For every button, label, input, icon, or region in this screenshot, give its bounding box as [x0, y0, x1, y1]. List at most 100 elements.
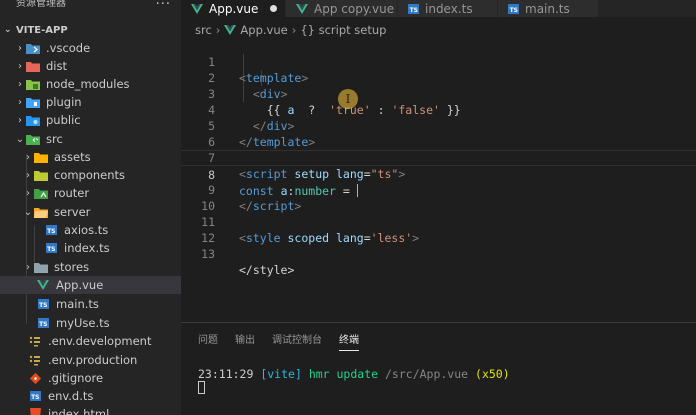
html-file-icon	[28, 408, 42, 415]
code-line: 6	[181, 118, 696, 149]
stores-folder-icon	[34, 261, 48, 273]
tree-item-server[interactable]: ⌄ server	[0, 203, 181, 221]
tree-item-env-production[interactable]: .env.production	[0, 351, 181, 369]
chevron-down-icon[interactable]: ⌄	[22, 207, 34, 218]
tree-item-node-modules[interactable]: › node_modules	[0, 75, 181, 93]
chevron-right-icon[interactable]: ›	[14, 97, 26, 108]
code-text: </style>	[239, 263, 295, 277]
line-number: 13	[201, 247, 215, 261]
tree-item-label: .env.development	[48, 334, 152, 348]
editor-tabbar: App.vue App copy.vue TS index.ts TS main…	[181, 0, 696, 17]
panel-tabs: 问题 输出 调试控制台 终端	[181, 331, 359, 351]
tab-label: App copy.vue	[314, 1, 395, 16]
mouse-pointer-highlight: I	[338, 89, 358, 109]
tree-item-label: axios.ts	[64, 223, 109, 237]
typescript-file-icon: TS	[36, 298, 50, 310]
chevron-right-icon[interactable]: ›	[14, 43, 26, 54]
tree-item-axios-ts[interactable]: TS axios.ts	[0, 221, 181, 239]
tree-item-app-vue[interactable]: App.vue	[0, 276, 181, 294]
tree-item-label: plugin	[46, 95, 82, 109]
tree-item-env-d-ts[interactable]: TS env.d.ts	[0, 387, 181, 405]
tree-item-stores[interactable]: › stores	[0, 258, 181, 276]
terminal-output[interactable]: 23:11:29 [vite] hmr update /src/App.vue …	[198, 367, 510, 382]
ts-badge: TS	[508, 3, 519, 14]
tree-item-plugin[interactable]: › plugin	[0, 93, 181, 111]
server-folder-icon	[34, 206, 48, 218]
tree-item-gitignore[interactable]: .gitignore	[0, 369, 181, 387]
chevron-down-icon[interactable]: ⌄	[4, 25, 16, 35]
tab-output[interactable]: 输出	[235, 331, 255, 351]
tree-item-label: stores	[54, 260, 90, 274]
tree-item-label: index.ts	[64, 241, 110, 255]
tab-label: App.vue	[209, 1, 259, 16]
tree-item-myuse-ts[interactable]: TS myUse.ts	[0, 314, 181, 332]
tree-item-index-ts[interactable]: TS index.ts	[0, 239, 181, 257]
chevron-right-icon[interactable]: ›	[22, 188, 34, 199]
tab-main-ts[interactable]: TS main.ts	[498, 0, 598, 17]
tab-app-vue[interactable]: App.vue	[181, 0, 285, 17]
tree-item-label: components	[54, 168, 126, 182]
chevron-right-icon: ›	[215, 23, 221, 37]
tree-item-vscode[interactable]: › .vscode	[0, 39, 181, 57]
code-line: 13 </style>	[181, 230, 696, 277]
chevron-down-icon[interactable]: ⌄	[14, 134, 26, 145]
breadcrumb-file[interactable]: App.vue	[240, 23, 287, 37]
chevron-right-icon[interactable]: ›	[14, 115, 26, 126]
tab-label: main.ts	[525, 1, 570, 16]
breadcrumb-folder[interactable]: src	[195, 23, 212, 37]
tree-item-label: router	[54, 186, 90, 200]
tab-terminal[interactable]: 终端	[339, 331, 359, 351]
project-root[interactable]: ⌄ VITE-APP	[0, 22, 181, 38]
ts-badge: TS	[408, 3, 419, 14]
chevron-right-icon[interactable]: ›	[22, 152, 34, 163]
tree-item-label: .env.production	[48, 353, 138, 367]
typescript-file-icon: TS	[36, 317, 50, 329]
typescript-file-icon: TS	[44, 224, 58, 236]
tree-item-index-html[interactable]: index.html	[0, 405, 181, 415]
code-line: 12	[181, 214, 696, 245]
vue-file-icon	[191, 3, 203, 14]
tab-debug-console[interactable]: 调试控制台	[272, 331, 322, 351]
tree-item-public[interactable]: › public	[0, 111, 181, 129]
chevron-right-icon[interactable]: ›	[22, 170, 34, 181]
plugin-folder-icon	[26, 96, 40, 108]
tree-item-router[interactable]: › router	[0, 184, 181, 202]
terminal-message: hmr update	[308, 367, 379, 381]
tab-app-copy-vue[interactable]: App copy.vue	[286, 0, 397, 17]
env-file-icon	[28, 354, 42, 366]
tree-item-label: App.vue	[56, 278, 104, 292]
tab-index-ts[interactable]: TS index.ts	[398, 0, 497, 17]
terminal-cursor	[198, 381, 205, 394]
more-actions-icon[interactable]: ···	[156, 0, 171, 12]
ts-badge: TS	[45, 243, 57, 253]
explorer-sidebar: 资源管理器 ··· ⌄ VITE-APP › .vscode › dist ›	[0, 0, 181, 415]
src-folder-icon	[26, 133, 40, 145]
vue-file-icon	[296, 3, 308, 14]
code-editor[interactable]: 1 <template> 2 <div> 3 {{ a ? 'true' : '…	[181, 38, 696, 322]
terminal-tag: [vite]	[260, 367, 302, 381]
public-folder-icon	[26, 114, 40, 126]
code-line: 9 </script>	[181, 166, 696, 213]
typescript-file-icon: TS	[408, 3, 419, 14]
chevron-right-icon[interactable]: ›	[14, 79, 26, 90]
tree-item-dist[interactable]: › dist	[0, 57, 181, 75]
tree-item-label: server	[54, 205, 91, 219]
tree-item-assets[interactable]: › assets	[0, 148, 181, 166]
breadcrumb-symbol[interactable]: {} script setup	[300, 23, 386, 37]
tree-item-label: index.html	[48, 407, 110, 415]
explorer-header: 资源管理器 ···	[0, 0, 181, 14]
typescript-file-icon: TS	[508, 3, 519, 14]
tab-problems[interactable]: 问题	[198, 331, 218, 351]
typescript-file-icon: TS	[28, 390, 42, 402]
tree-item-main-ts[interactable]: TS main.ts	[0, 295, 181, 313]
breadcrumb: src › App.vue › {} script setup	[181, 20, 696, 40]
chevron-right-icon[interactable]: ›	[22, 262, 34, 273]
tree-item-src[interactable]: ⌄ src	[0, 130, 181, 148]
terminal-time: 23:11:29	[198, 367, 254, 381]
tree-item-components[interactable]: › components	[0, 166, 181, 184]
vscode-folder-icon	[26, 42, 40, 54]
chevron-right-icon[interactable]: ›	[14, 61, 26, 72]
tree-item-label: src	[46, 132, 63, 146]
tree-item-env-development[interactable]: .env.development	[0, 332, 181, 350]
unsaved-dot-icon[interactable]	[270, 5, 277, 12]
